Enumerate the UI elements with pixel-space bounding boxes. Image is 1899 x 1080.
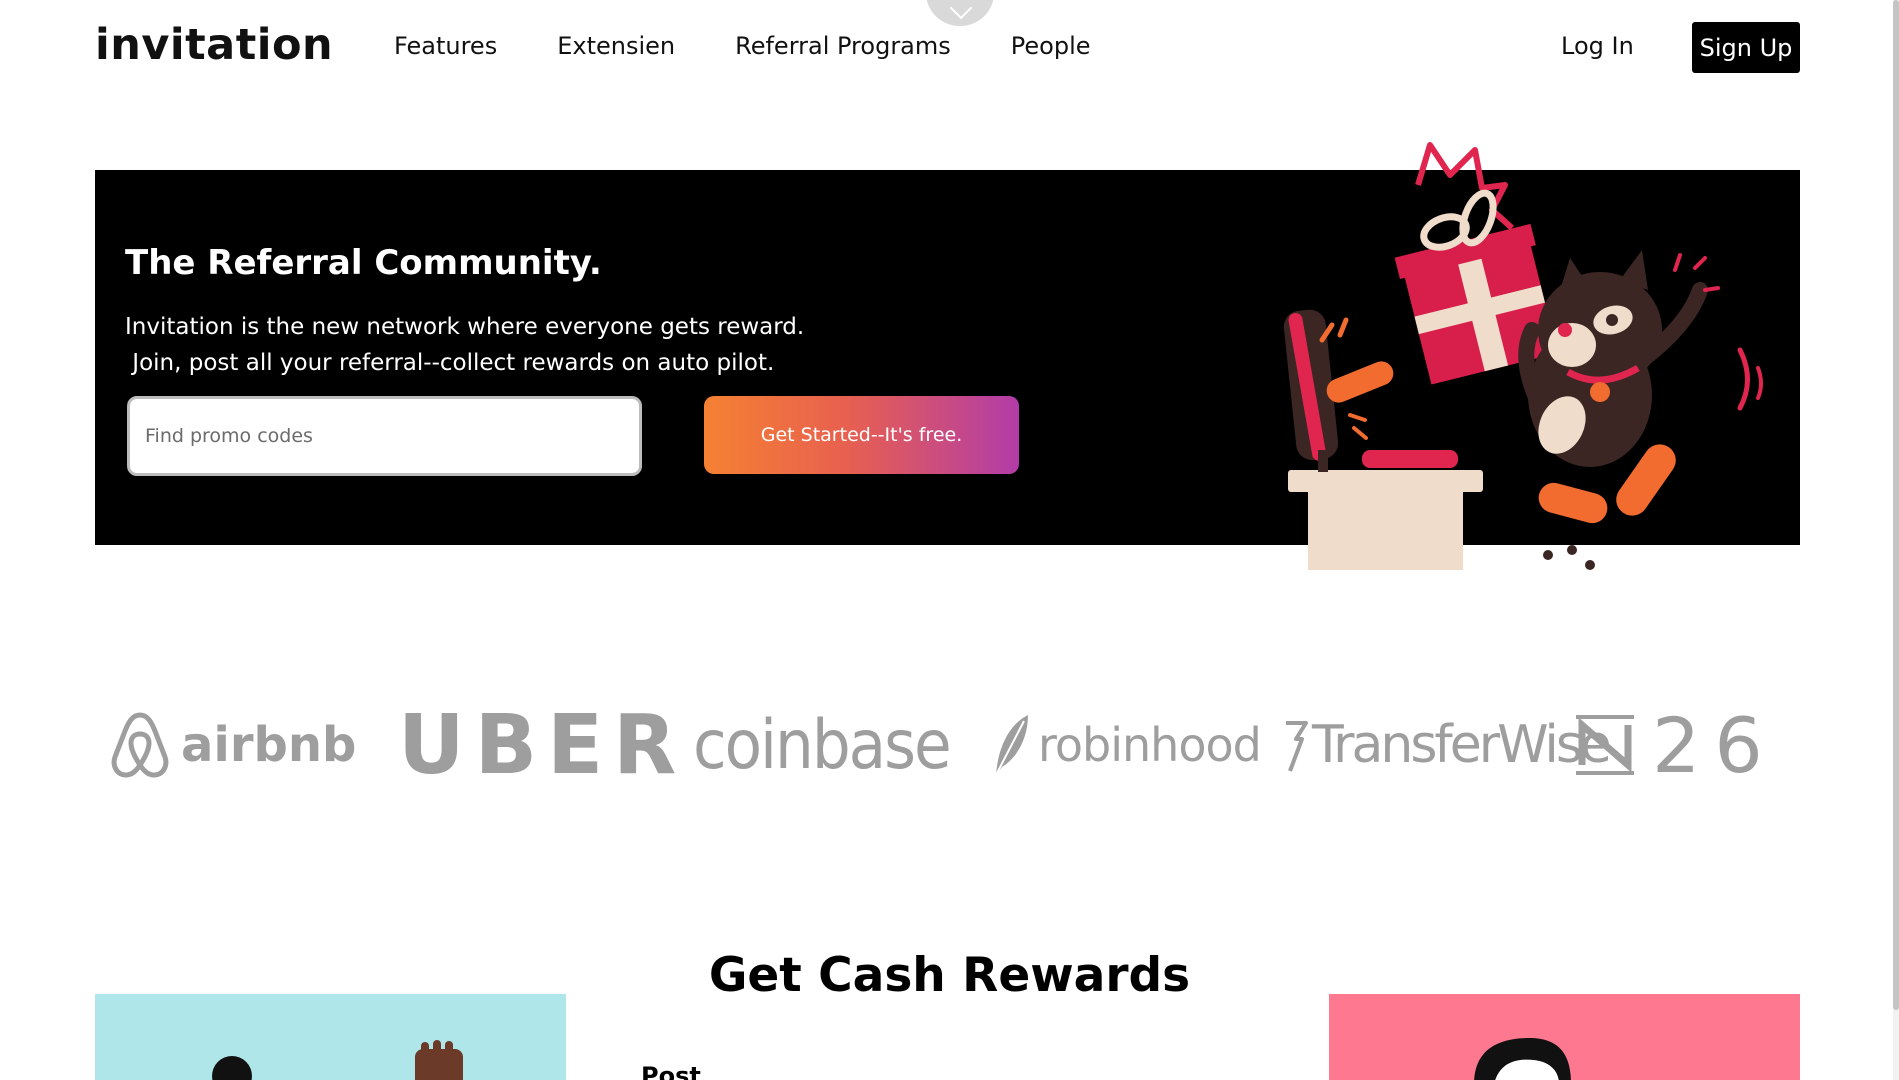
coinbase-logo: coinbase	[693, 700, 952, 790]
partner-logos: airbnb UBER coinbase robinhood TransferW…	[95, 697, 1800, 793]
main-nav: Features Extensien Referral Programs Peo…	[394, 32, 1151, 60]
get-started-button[interactable]: Get Started--It's free.	[704, 396, 1019, 474]
hero-title: The Referral Community.	[125, 243, 602, 283]
brand-logo[interactable]: invitation	[95, 20, 333, 70]
transferwise-wordmark: TransferWise	[1312, 715, 1612, 775]
card-illustration-right	[1474, 1038, 1571, 1080]
airbnb-wordmark: airbnb	[181, 717, 357, 773]
page: invitation Features Extensien Referral P…	[0, 0, 1899, 1080]
scroll-top-button[interactable]	[926, 0, 994, 26]
post-step-label: Post	[641, 1062, 701, 1080]
airbnb-icon	[111, 712, 169, 778]
n26-logo: 26	[1572, 700, 1777, 790]
airbnb-logo: airbnb	[109, 700, 356, 790]
login-link[interactable]: Log In	[1561, 32, 1634, 60]
rewards-card-right	[1329, 994, 1800, 1080]
transferwise-flag-icon	[1286, 721, 1308, 772]
signup-button[interactable]: Sign Up	[1692, 22, 1800, 73]
card-illustration-left	[212, 1040, 463, 1080]
coinbase-wordmark: coinbase	[693, 705, 952, 785]
nav-link-extension[interactable]: Extensien	[557, 32, 675, 60]
rewards-card-left	[95, 994, 566, 1080]
uber-wordmark: UBER	[398, 697, 687, 793]
hero-description: Invitation is the new network where ever…	[125, 309, 804, 381]
hero-description-line-1: Invitation is the new network where ever…	[125, 314, 805, 340]
hero-description-line-2: Join, post all your referral--collect re…	[125, 350, 775, 376]
scrollbar-thumb[interactable]	[1893, 0, 1899, 1010]
n26-n-icon	[1576, 715, 1634, 775]
transferwise-logo: TransferWise	[1282, 700, 1612, 790]
hero-illustration	[1283, 142, 1763, 570]
nav-link-features[interactable]: Features	[394, 32, 497, 60]
nav-link-referral-programs[interactable]: Referral Programs	[735, 32, 951, 60]
robinhood-wordmark: robinhood	[1038, 718, 1262, 772]
feather-icon	[995, 715, 1028, 776]
promo-search-input[interactable]	[127, 396, 642, 476]
nav-link-people[interactable]: People	[1011, 32, 1091, 60]
robinhood-logo: robinhood	[988, 700, 1262, 790]
n26-wordmark: 26	[1652, 700, 1777, 790]
uber-logo: UBER	[398, 697, 687, 793]
